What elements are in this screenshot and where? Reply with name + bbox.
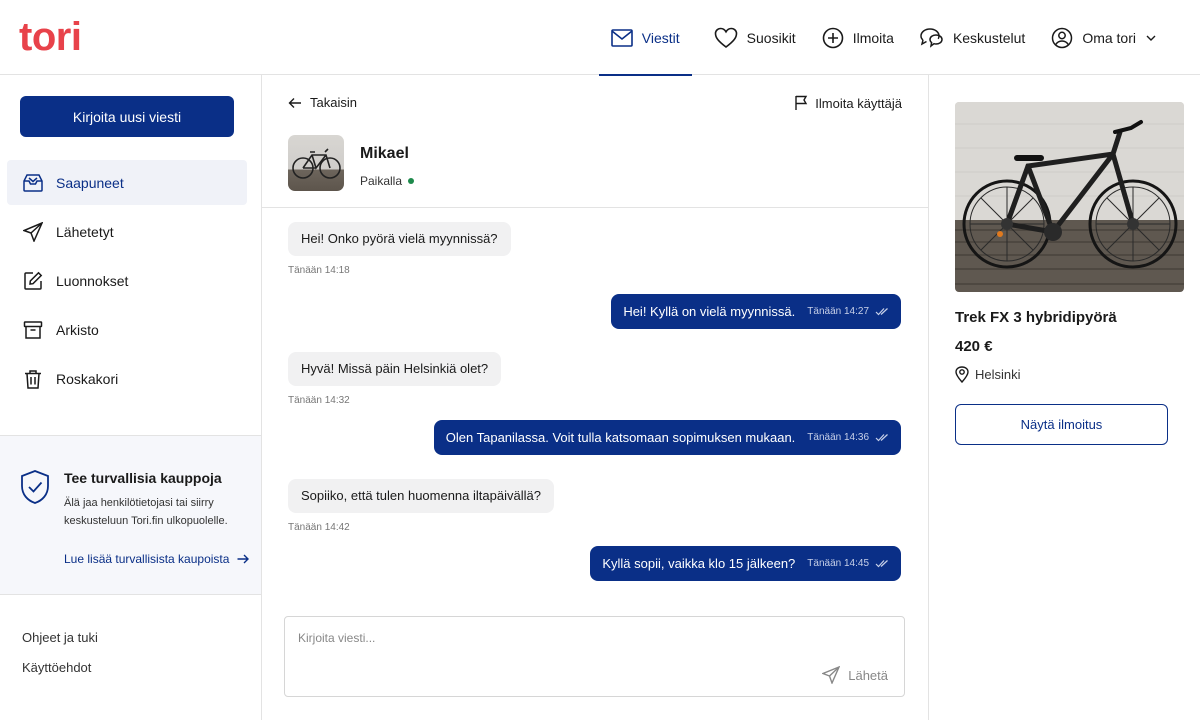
message-outgoing: Olen Tapanilassa. Voit tulla katsomaan s… bbox=[433, 420, 901, 455]
chat-bubbles-icon bbox=[920, 27, 943, 48]
safety-read-more-link[interactable]: Lue lisää turvallisista kaupoista bbox=[64, 552, 250, 566]
safety-text: Älä jaa henkilötietojasi tai siirry kesk… bbox=[64, 497, 228, 527]
message-timestamp: Tänään 14:36 bbox=[807, 432, 869, 443]
edit-icon bbox=[24, 271, 43, 290]
contact-status: Paikalla bbox=[360, 174, 415, 188]
footer-links: Ohjeet ja tuki Käyttöehdot bbox=[22, 630, 98, 690]
safety-tip-box: Tee turvallisia kauppoja Älä jaa henkilö… bbox=[0, 435, 261, 595]
message-text: Kyllä sopii, vaikka klo 15 jälkeen? bbox=[602, 556, 796, 571]
header-divider bbox=[262, 207, 928, 208]
back-link[interactable]: Takaisin bbox=[288, 95, 357, 110]
user-circle-icon bbox=[1052, 27, 1073, 48]
terms-link[interactable]: Käyttöehdot bbox=[22, 660, 98, 675]
nav-discussions-label: Keskustelut bbox=[952, 29, 1026, 46]
archive-icon bbox=[23, 320, 43, 339]
listing-thumbnail[interactable] bbox=[288, 135, 344, 191]
nav-discussions[interactable]: Keskustelut bbox=[908, 0, 1037, 75]
chevron-down-icon bbox=[1146, 35, 1156, 41]
contact-name: Mikael bbox=[360, 145, 409, 162]
double-check-icon bbox=[875, 434, 888, 442]
bicycle-image bbox=[292, 148, 341, 179]
message-text: Hei! Onko pyörä vielä myynnissä? bbox=[288, 222, 511, 256]
status-label: Paikalla bbox=[360, 174, 403, 188]
report-label: Ilmoita käyttäjä bbox=[815, 95, 902, 111]
show-listing-button[interactable]: Näytä ilmoitus bbox=[955, 404, 1168, 445]
mail-icon bbox=[610, 28, 633, 47]
message-timestamp: Tänään 14:42 bbox=[288, 522, 350, 533]
message-timestamp: Tänään 14:32 bbox=[288, 395, 350, 406]
sidebar-item-label: Lähetetyt bbox=[56, 223, 114, 240]
message-incoming: Hei! Onko pyörä vielä myynnissä? Tänään … bbox=[288, 222, 511, 276]
message-incoming: Hyvä! Missä päin Helsinkiä olet? Tänään … bbox=[288, 352, 502, 406]
nav-account[interactable]: Oma tori bbox=[1039, 0, 1168, 75]
arrow-right-icon bbox=[237, 554, 250, 564]
nav-messages[interactable]: Viestit bbox=[598, 0, 692, 76]
message-text: Olen Tapanilassa. Voit tulla katsomaan s… bbox=[445, 430, 796, 445]
sidebar-item-label: Arkisto bbox=[56, 321, 99, 338]
send-icon bbox=[822, 666, 841, 684]
safety-title: Tee turvallisia kauppoja bbox=[64, 470, 222, 486]
send-label: Lähetä bbox=[848, 667, 888, 683]
location-pin-icon bbox=[955, 366, 969, 383]
back-label: Takaisin bbox=[310, 95, 357, 110]
arrow-left-icon bbox=[288, 97, 301, 108]
sidebar-item-label: Saapuneet bbox=[56, 174, 124, 191]
message-outgoing: Hei! Kyllä on vielä myynnissä. Tänään 14… bbox=[611, 294, 901, 329]
sidebar-item-label: Roskakori bbox=[56, 370, 119, 387]
message-compose-box: Lähetä bbox=[284, 616, 905, 697]
send-button[interactable]: Lähetä bbox=[822, 666, 888, 684]
message-outgoing: Kyllä sopii, vaikka klo 15 jälkeen? Tänä… bbox=[590, 546, 901, 581]
listing-title[interactable]: Trek FX 3 hybridipyörä bbox=[955, 309, 1117, 326]
listing-panel: Trek FX 3 hybridipyörä 420 € Helsinki Nä… bbox=[928, 75, 1200, 720]
sidebar-item-drafts[interactable]: Luonnokset bbox=[7, 258, 247, 303]
location-label: Helsinki bbox=[975, 367, 1021, 382]
heart-icon bbox=[714, 27, 737, 48]
new-message-button[interactable]: Kirjoita uusi viesti bbox=[20, 96, 234, 137]
online-status-dot bbox=[408, 178, 415, 184]
listing-image[interactable] bbox=[955, 102, 1184, 292]
message-timestamp: Tänään 14:18 bbox=[288, 265, 350, 276]
shield-check-icon bbox=[21, 470, 49, 504]
folder-list: Saapuneet Lähetetyt Luonnokset Arkisto R… bbox=[7, 160, 247, 405]
nav-post-ad[interactable]: Ilmoita bbox=[810, 0, 906, 75]
nav-favorites[interactable]: Suosikit bbox=[702, 0, 808, 75]
plus-circle-icon bbox=[822, 27, 844, 48]
trash-icon bbox=[25, 369, 41, 389]
messages-sidebar: Kirjoita uusi viesti Saapuneet Lähetetyt… bbox=[0, 75, 262, 720]
double-check-icon bbox=[875, 560, 888, 568]
flag-icon bbox=[795, 95, 808, 110]
help-link[interactable]: Ohjeet ja tuki bbox=[22, 630, 98, 645]
nav-messages-label: Viestit bbox=[641, 29, 680, 46]
inbox-icon bbox=[23, 173, 43, 192]
sidebar-item-archive[interactable]: Arkisto bbox=[7, 307, 247, 352]
sidebar-item-sent[interactable]: Lähetetyt bbox=[7, 209, 247, 254]
sidebar-item-label: Luonnokset bbox=[56, 272, 129, 289]
sidebar-item-inbox[interactable]: Saapuneet bbox=[7, 160, 247, 205]
tori-logo[interactable]: tori bbox=[19, 14, 82, 60]
top-header: tori Viestit Suosikit Ilmoita Keskustelu… bbox=[0, 0, 1200, 76]
listing-location: Helsinki bbox=[955, 366, 1021, 383]
report-user-link[interactable]: Ilmoita käyttäjä bbox=[794, 95, 902, 111]
main-nav: Viestit Suosikit Ilmoita Keskustelut Oma… bbox=[598, 0, 1200, 76]
nav-account-label: Oma tori bbox=[1082, 29, 1136, 46]
nav-favorites-label: Suosikit bbox=[746, 29, 796, 46]
safety-link-label: Lue lisää turvallisista kaupoista bbox=[64, 552, 230, 566]
listing-price: 420 € bbox=[955, 338, 993, 355]
message-timestamp: Tänään 14:27 bbox=[807, 306, 869, 317]
message-text: Sopiiko, että tulen huomenna iltapäiväll… bbox=[288, 479, 554, 513]
message-text: Hei! Kyllä on vielä myynnissä. bbox=[623, 304, 796, 319]
bicycle-image bbox=[955, 102, 1184, 292]
conversation-panel: Takaisin Ilmoita käyttäjä Mikael Paikall… bbox=[262, 75, 928, 720]
message-timestamp: Tänään 14:45 bbox=[807, 558, 869, 569]
message-text: Hyvä! Missä päin Helsinkiä olet? bbox=[288, 352, 502, 386]
sidebar-item-trash[interactable]: Roskakori bbox=[7, 356, 247, 401]
send-icon bbox=[23, 221, 43, 242]
message-incoming: Sopiiko, että tulen huomenna iltapäiväll… bbox=[288, 479, 554, 533]
message-input[interactable] bbox=[285, 617, 904, 667]
double-check-icon bbox=[875, 308, 888, 316]
nav-post-label: Ilmoita bbox=[852, 29, 894, 46]
